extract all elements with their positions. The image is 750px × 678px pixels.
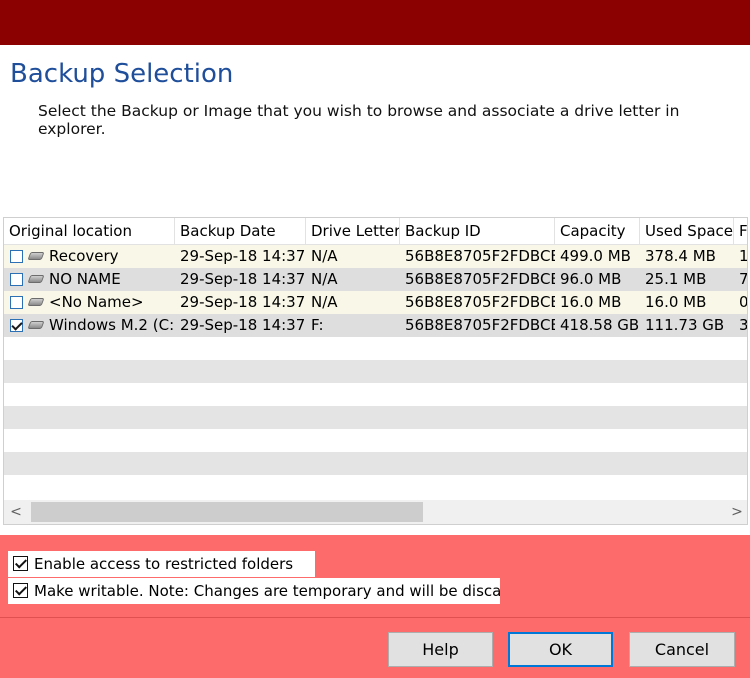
scrollbar-thumb[interactable] <box>31 502 423 522</box>
options-panel: Enable access to restricted folders Make… <box>0 535 750 678</box>
cell-backup-id: 56B8E8705F2FDBCB <box>405 247 555 265</box>
restricted-folders-checkbox[interactable] <box>13 556 28 571</box>
cell-drive-letter: N/A <box>311 270 338 288</box>
drive-icon <box>27 298 45 306</box>
column-header-original-location[interactable]: Original location <box>4 218 175 245</box>
cell-drive-letter: N/A <box>311 247 338 265</box>
cell-original-location: <No Name> <box>49 293 144 311</box>
empty-row <box>4 360 747 383</box>
cell-original-location: NO NAME <box>49 270 121 288</box>
column-header-used-space[interactable]: Used Space <box>640 218 734 245</box>
make-writable-label: Make writable. Note: Changes are tempora… <box>34 582 500 600</box>
cell-original-location: Recovery <box>49 247 119 265</box>
restricted-folders-label: Enable access to restricted folders <box>34 555 294 573</box>
cell-used-space: 16.0 MB <box>645 293 707 311</box>
scroll-right-icon[interactable]: > <box>725 500 747 524</box>
cell-capacity: 96.0 MB <box>560 270 622 288</box>
column-header-capacity[interactable]: Capacity <box>555 218 640 245</box>
cell-drive-letter: F: <box>311 316 324 334</box>
cell-used-space: 25.1 MB <box>645 270 707 288</box>
cell-capacity: 418.58 GB <box>560 316 640 334</box>
help-button[interactable]: Help <box>388 632 493 667</box>
cell-original-location: Windows M.2 (C: <box>49 316 175 334</box>
empty-row <box>4 475 747 500</box>
empty-row <box>4 383 747 406</box>
column-header-drive-letter[interactable]: Drive Letter <box>306 218 400 245</box>
cell-f: 1 <box>739 247 748 265</box>
make-writable-checkbox[interactable] <box>13 583 28 598</box>
cell-backup-date: 29-Sep-18 14:37 <box>180 247 306 265</box>
cell-f: 3 <box>739 316 748 334</box>
cell-backup-id: 56B8E8705F2FDBCB <box>405 316 555 334</box>
cell-f: 7 <box>739 270 748 288</box>
divider <box>0 617 750 618</box>
column-header-backup-date[interactable]: Backup Date <box>175 218 306 245</box>
cell-backup-date: 29-Sep-18 14:37 <box>180 270 306 288</box>
horizontal-scrollbar[interactable]: < > <box>4 500 747 524</box>
row-checkbox[interactable] <box>10 250 23 263</box>
backup-table: Original location Backup Date Drive Lett… <box>3 217 748 525</box>
cell-backup-id: 56B8E8705F2FDBCB <box>405 293 555 311</box>
column-header-f[interactable]: F <box>734 218 747 245</box>
dialog-instruction: Select the Backup or Image that you wish… <box>38 102 680 138</box>
cell-f: 0 <box>739 293 748 311</box>
restricted-folders-option[interactable]: Enable access to restricted folders <box>8 551 315 577</box>
table-row[interactable]: Recovery 29-Sep-18 14:37 N/A 56B8E8705F2FDB… <box>4 245 748 268</box>
drive-icon <box>27 321 45 329</box>
cell-capacity: 16.0 MB <box>560 293 622 311</box>
empty-row <box>4 452 747 475</box>
empty-row <box>4 406 747 429</box>
row-checkbox[interactable] <box>10 319 23 332</box>
row-checkbox[interactable] <box>10 273 23 286</box>
cancel-button[interactable]: Cancel <box>629 632 735 667</box>
cell-used-space: 111.73 GB <box>645 316 725 334</box>
scroll-left-icon[interactable]: < <box>4 500 28 524</box>
drive-icon <box>27 275 45 283</box>
cell-capacity: 499.0 MB <box>560 247 631 265</box>
cell-backup-id: 56B8E8705F2FDBCB <box>405 270 555 288</box>
dialog-heading: Backup Selection <box>10 59 234 89</box>
drive-icon <box>27 252 45 260</box>
empty-row <box>4 337 747 360</box>
column-header-backup-id[interactable]: Backup ID <box>400 218 555 245</box>
empty-row <box>4 429 747 452</box>
row-checkbox[interactable] <box>10 296 23 309</box>
table-header: Original location Backup Date Drive Lett… <box>4 218 747 245</box>
dialog-content: Backup Selection Select the Backup or Im… <box>2 45 748 535</box>
cell-backup-date: 29-Sep-18 14:37 <box>180 316 306 334</box>
window-titlebar[interactable] <box>0 0 750 45</box>
table-row[interactable]: NO NAME 29-Sep-18 14:37 N/A 56B8E8705F2FDBC… <box>4 268 748 291</box>
table-row[interactable]: <No Name> 29-Sep-18 14:37 N/A 56B8E8705F2FD… <box>4 291 748 314</box>
ok-button[interactable]: OK <box>508 632 613 667</box>
table-row[interactable]: Windows M.2 (C: 29-Sep-18 14:37 F: 56B8E870… <box>4 314 748 337</box>
cell-backup-date: 29-Sep-18 14:37 <box>180 293 306 311</box>
cell-used-space: 378.4 MB <box>645 247 716 265</box>
cell-drive-letter: N/A <box>311 293 338 311</box>
make-writable-option[interactable]: Make writable. Note: Changes are tempora… <box>8 578 500 604</box>
